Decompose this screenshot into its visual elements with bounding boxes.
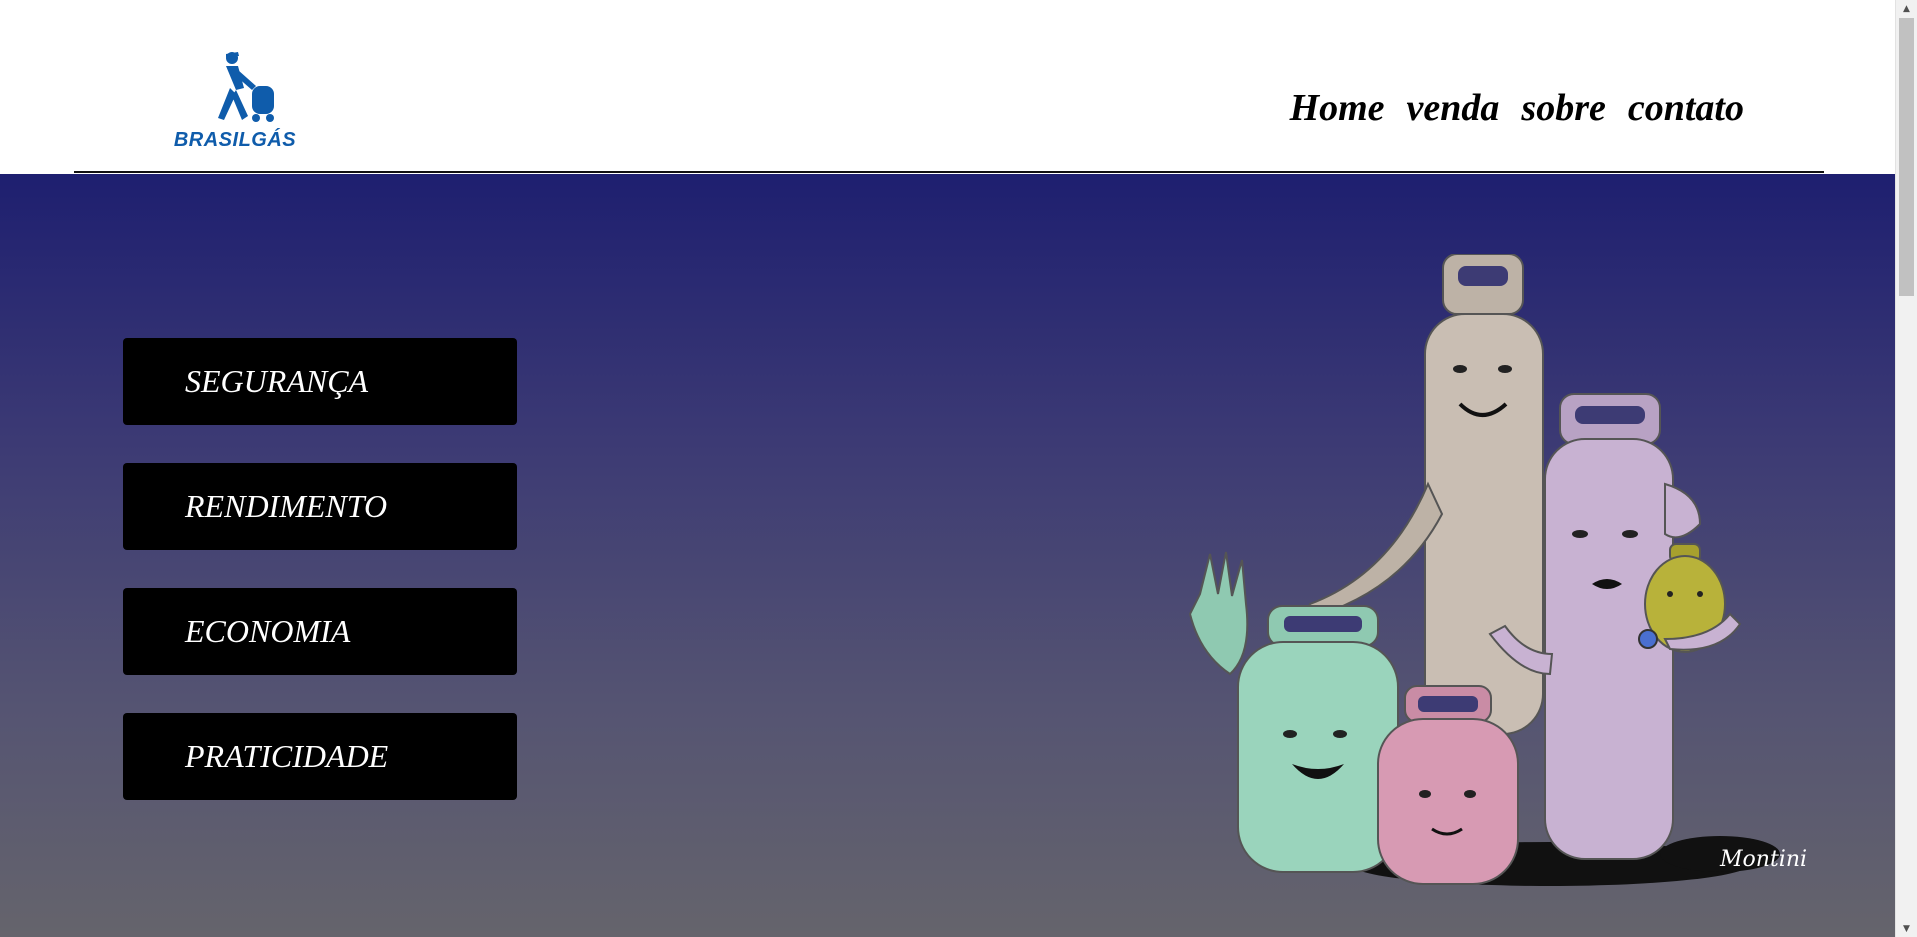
feature-menu: SEGURANÇA RENDIMENTO ECONOMIA PRATICIDAD… [123,338,517,800]
menu-button-praticidade[interactable]: PRATICIDADE [123,713,517,800]
hero-section: SEGURANÇA RENDIMENTO ECONOMIA PRATICIDAD… [0,174,1896,937]
menu-button-rendimento[interactable]: RENDIMENTO [123,463,517,550]
scroll-down-arrow-icon[interactable]: ▼ [1896,920,1917,937]
menu-button-label: SEGURANÇA [185,363,369,399]
menu-button-label: ECONOMIA [185,613,351,649]
vertical-scrollbar[interactable]: ▲ ▼ [1895,0,1917,937]
menu-button-economia[interactable]: ECONOMIA [123,588,517,675]
delivery-man-logo-icon [218,52,274,122]
menu-button-label: PRATICIDADE [185,738,389,774]
nav-sobre[interactable]: sobre [1521,86,1605,130]
artist-signature: Montini [1719,847,1807,872]
nav-contato[interactable]: contato [1628,86,1744,130]
scrollbar-thumb[interactable] [1899,18,1914,296]
nav-venda[interactable]: venda [1407,86,1500,130]
site-header: BRASILGÁS Home venda sobre contato [0,0,1896,174]
brand-logo[interactable]: BRASILGÁS [152,48,318,152]
gas-cylinder-family-illustration: Montini [1188,254,1807,886]
brand-name: BRASILGÁS [173,129,297,151]
main-nav: Home venda sobre contato [1290,86,1744,130]
page: BRASILGÁS Home venda sobre contato SEGUR… [0,0,1917,937]
green-cylinder [1188,551,1399,873]
menu-button-label: RENDIMENTO [185,488,388,524]
scroll-up-arrow-icon[interactable]: ▲ [1896,0,1917,17]
header-divider [74,171,1824,173]
menu-button-seguranca[interactable]: SEGURANÇA [123,338,517,425]
nav-home[interactable]: Home [1290,86,1385,130]
